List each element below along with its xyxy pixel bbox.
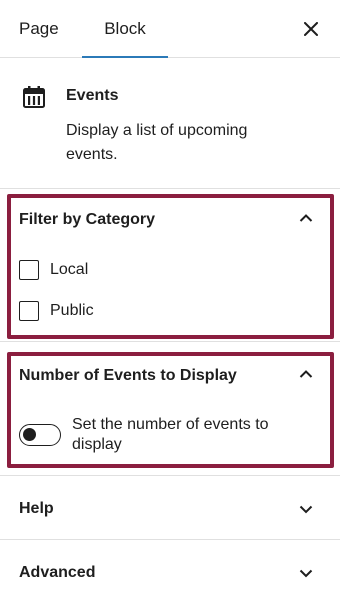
chevron-up-icon (299, 214, 313, 222)
block-card: Events Display a list of upcoming events… (0, 59, 340, 189)
close-icon (304, 22, 318, 36)
checkbox-option-public[interactable]: Public (19, 300, 94, 322)
chevron-down-icon (299, 569, 313, 578)
sidebar-tabs: Page Block (0, 0, 340, 58)
tab-block[interactable]: Block (82, 0, 168, 58)
panel-toggle-advanced[interactable]: Advanced (0, 541, 340, 599)
panel-title: Advanced (19, 564, 96, 581)
chevron-down-icon (299, 505, 313, 514)
panel-advanced: Advanced (0, 541, 340, 605)
panel-toggle-help[interactable]: Help (0, 477, 340, 535)
panel-toggle-number-of-events[interactable]: Number of Events to Display (0, 343, 340, 401)
block-description: Display a list of upcoming events. (66, 122, 248, 163)
panel-help: Help (0, 477, 340, 540)
checkbox-public[interactable] (19, 301, 39, 321)
close-button[interactable] (296, 14, 326, 44)
calendar-icon (23, 86, 45, 108)
checkbox-label: Local (50, 261, 89, 278)
panel-toggle-filter-by-category[interactable]: Filter by Category (0, 190, 340, 248)
toggle-knob (23, 428, 36, 441)
checkbox-option-local[interactable]: Local (19, 259, 88, 281)
panel-number-of-events: Number of Events to Display Set the numb… (0, 343, 340, 476)
checkbox-label: Public (50, 302, 94, 319)
panel-filter-by-category: Filter by Category Local Public (0, 190, 340, 342)
panel-title: Filter by Category (19, 211, 156, 228)
chevron-up-icon (299, 370, 313, 378)
panel-title: Help (19, 500, 54, 517)
active-tab-indicator (82, 56, 168, 58)
block-title: Events (66, 87, 119, 104)
toggle-label: Set the number of events to display (72, 416, 269, 453)
tab-page[interactable]: Page (19, 0, 59, 58)
checkbox-local[interactable] (19, 260, 39, 280)
panel-title: Number of Events to Display (19, 367, 237, 384)
number-of-events-toggle[interactable] (19, 424, 61, 446)
